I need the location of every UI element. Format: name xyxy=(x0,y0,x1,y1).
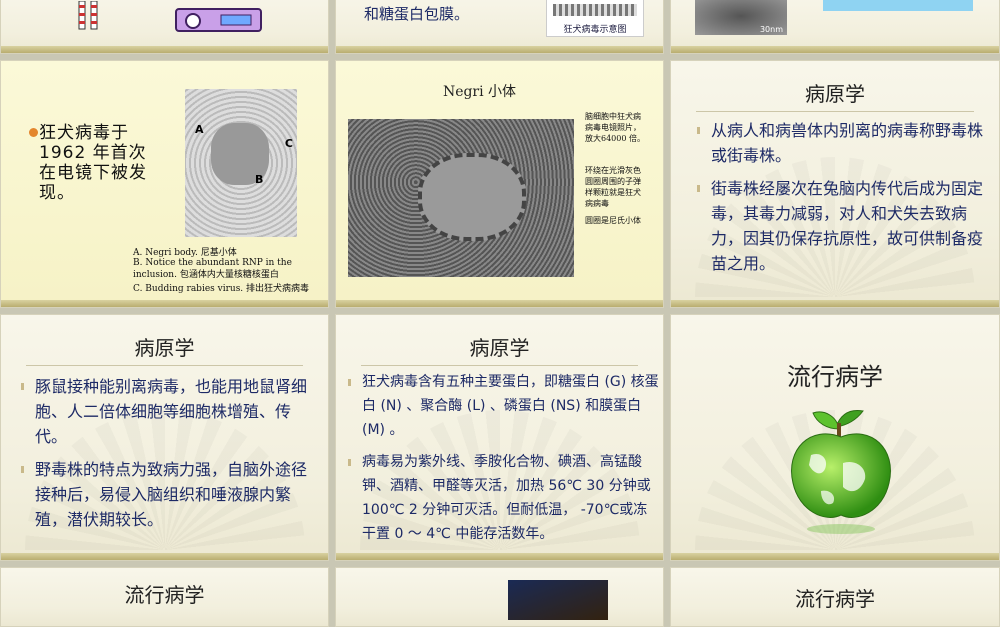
slide-thumb-11[interactable] xyxy=(335,567,664,627)
bullet-list: 狂犬病毒含有五种主要蛋白，即糖蛋白 (G) 核蛋白 (N) 、聚合酶 (L) 、… xyxy=(346,370,660,554)
micrograph-image xyxy=(348,119,574,277)
bullet-list: 从病人和病兽体内别离的病毒称野毒株或街毒株。 街毒株经屡次在兔脑内传代后成为固定… xyxy=(695,118,985,284)
slide-title: 流行病学 xyxy=(787,363,883,391)
caption-c: C. Budding rabies virus. 排出狂犬病病毒 xyxy=(133,284,310,294)
slide-bar xyxy=(336,46,663,53)
slide-thumb-2[interactable]: 和糖蛋白包膜。 狂犬病毒示意图 xyxy=(335,0,664,54)
side-text: 脑细胞中狂犬病病毒电镜照片，放大64000 倍。 xyxy=(585,112,645,143)
slide-thumb-10[interactable]: 流行病学 xyxy=(0,567,329,627)
slide-thumb-3[interactable]: 30nm xyxy=(670,0,1000,54)
slide-main-text: 狂犬病毒于1962 年首次在电镜下被发现。 xyxy=(39,123,147,203)
slide-bar xyxy=(1,46,328,53)
slide-text: 和糖蛋白包膜。 xyxy=(364,5,470,23)
slide-bar xyxy=(671,300,999,307)
slide-bar xyxy=(1,553,328,560)
bullet-list: 豚鼠接种能别离病毒，也能用地鼠肾细胞、人二倍体细胞等细胞株增殖、传代。 野毒株的… xyxy=(19,374,319,540)
side-text-2: 环绕在光滑灰色圆圈周围的子弹样颗粒就是狂犬病病毒 xyxy=(585,166,641,208)
bullet-icon xyxy=(29,128,38,137)
slide-bar xyxy=(671,553,999,560)
bullet-item: 豚鼠接种能别离病毒，也能用地鼠肾细胞、人二倍体细胞等细胞株增殖、传代。 xyxy=(19,374,319,449)
virus-diagram-image: 狂犬病毒示意图 xyxy=(546,0,644,37)
bullet-item: 野毒株的特点为致病力强，自脑外途径接种后，易侵入脑组织和唾液腺内繁殖，潜伏期较长… xyxy=(19,457,319,532)
slide-title: 流行病学 xyxy=(124,583,205,607)
slide-title: 流行病学 xyxy=(795,587,875,611)
title-divider xyxy=(361,365,638,366)
scale-label: 30nm xyxy=(759,25,783,34)
photo-image xyxy=(508,580,608,620)
slide-bar xyxy=(336,553,663,560)
bullet-item: 病毒易为紫外线、季胺化合物、碘酒、高锰酸钾、酒精、甲醛等灭活，加热 56℃ 30… xyxy=(346,450,660,546)
slide-thumb-4[interactable]: 狂犬病毒于1962 年首次在电镜下被发现。 A C B A. Negri bod… xyxy=(0,60,329,308)
slide-bar xyxy=(336,300,663,307)
slide-thumb-5[interactable]: Negri 小体 脑细胞中狂犬病病毒电镜照片，放大64000 倍。 环绕在光滑灰… xyxy=(335,60,664,308)
title-divider xyxy=(26,365,303,366)
slide-bar xyxy=(1,300,328,307)
micrograph-image: 30nm xyxy=(695,0,787,35)
bullet-item: 从病人和病兽体内别离的病毒称野毒株或街毒株。 xyxy=(695,118,985,168)
slide-thumb-7[interactable]: 病原学 豚鼠接种能别离病毒，也能用地鼠肾细胞、人二倍体细胞等细胞株增殖、传代。 … xyxy=(0,314,329,561)
slide-title: Negri 小体 xyxy=(442,84,517,100)
title-divider xyxy=(696,111,974,112)
label-a: A xyxy=(195,123,204,136)
slide-title: 病原学 xyxy=(805,82,865,106)
cartoon-legs-icon xyxy=(78,1,98,30)
label-b: B xyxy=(255,173,264,186)
slide-thumb-6[interactable]: 病原学 从病人和病兽体内别离的病毒称野毒株或街毒株。 街毒株经屡次在兔脑内传代后… xyxy=(670,60,1000,308)
slide-title: 病原学 xyxy=(469,336,530,360)
slide-bar xyxy=(671,46,999,53)
diagram-caption: 狂犬病毒示意图 xyxy=(563,25,627,35)
slide-thumb-9[interactable]: 流行病学 xyxy=(670,314,1000,561)
caption-b: B. Notice the abundant RNP in the inclus… xyxy=(133,258,292,280)
side-text-3: 圆圈是尼氏小体 xyxy=(585,216,641,225)
bullet-item: 狂犬病毒含有五种主要蛋白，即糖蛋白 (G) 核蛋白 (N) 、聚合酶 (L) 、… xyxy=(346,370,660,442)
slide-thumb-1[interactable] xyxy=(0,0,329,54)
machine-icon xyxy=(175,8,262,32)
micrograph-image: A C B xyxy=(185,89,297,237)
slide-thumb-12[interactable]: 流行病学 xyxy=(670,567,1000,627)
slide-thumb-8[interactable]: 病原学 狂犬病毒含有五种主要蛋白，即糖蛋白 (G) 核蛋白 (N) 、聚合酶 (… xyxy=(335,314,664,561)
apple-globe-icon xyxy=(791,410,891,534)
slide-title: 病原学 xyxy=(134,336,195,360)
bullet-item: 街毒株经屡次在兔脑内传代后成为固定毒，其毒力减弱，对人和犬失去致病力，因其仍保存… xyxy=(695,176,985,276)
blue-image xyxy=(823,0,973,11)
label-c: C xyxy=(284,137,293,150)
